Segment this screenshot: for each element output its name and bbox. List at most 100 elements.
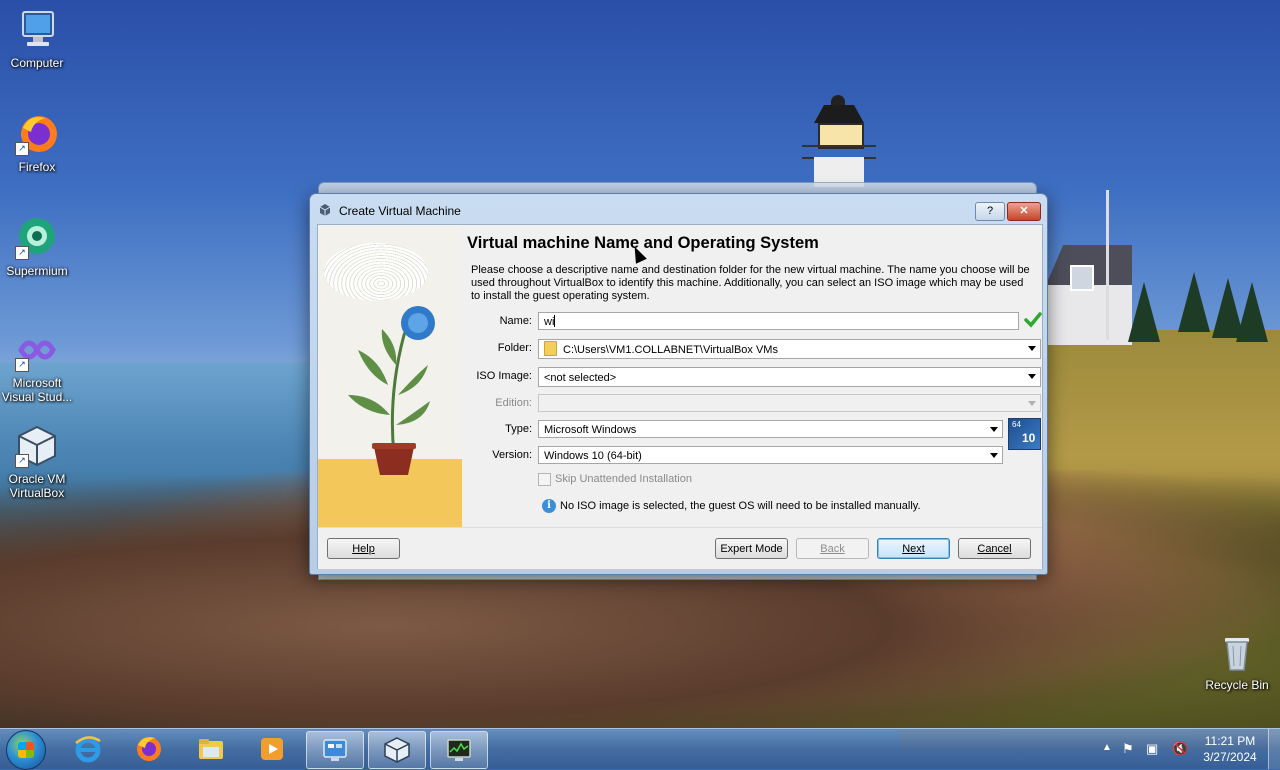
type-label: Type:: [505, 423, 532, 435]
desktop-icon-label: Recycle Bin: [1205, 678, 1269, 692]
iso-value: <not selected>: [544, 372, 617, 384]
create-vm-dialog: Create Virtual Machine ? ✕ Virtual machi…: [309, 193, 1048, 575]
iso-image-select[interactable]: <not selected>: [538, 367, 1041, 387]
skip-unattended-label: Skip Unattended Installation: [555, 473, 692, 485]
chevron-down-icon: [990, 427, 998, 432]
wizard-button-bar: Help Expert Mode Back Next Cancel: [318, 527, 1042, 569]
version-label: Version:: [492, 449, 532, 461]
taskbar-app-control-panel[interactable]: [306, 731, 364, 769]
show-desktop-button[interactable]: [1268, 729, 1280, 769]
cancel-button-label: Cancel: [977, 543, 1012, 555]
valid-checkmark-icon: [1024, 311, 1042, 332]
folder-select[interactable]: C:\Users\VM1.COLLABNET\VirtualBox VMs: [538, 339, 1041, 359]
supermium-icon: ↗: [15, 216, 59, 260]
internet-explorer-icon: [74, 735, 102, 763]
shortcut-arrow-icon: ↗: [15, 246, 29, 260]
chevron-down-icon: [1028, 346, 1036, 351]
virtualbox-icon: [383, 736, 411, 764]
dialog-client: Virtual machine Name and Operating Syste…: [317, 224, 1043, 569]
computer-icon: [15, 8, 59, 52]
chevron-down-icon: [990, 453, 998, 458]
desktop-icon-label: Supermium: [6, 264, 68, 278]
wallpaper-house: [1046, 245, 1132, 345]
version-value: Windows 10 (64-bit): [544, 450, 642, 462]
firefox-icon: ↗: [15, 112, 59, 156]
desktop-icon-label: Microsoft Visual Stud...: [1, 376, 73, 404]
next-button-label: Next: [902, 543, 925, 555]
next-button[interactable]: Next: [877, 538, 950, 559]
version-select[interactable]: Windows 10 (64-bit): [538, 446, 1003, 464]
iso-info-message: No ISO image is selected, the guest OS w…: [560, 500, 921, 512]
virtualbox-icon: ↗: [15, 424, 59, 468]
wallpaper-flagpole: [1106, 190, 1109, 340]
desktop-icon-supermium[interactable]: ↗ Supermium: [0, 216, 74, 278]
shortcut-arrow-icon: ↗: [15, 454, 29, 468]
volume-muted-icon[interactable]: 🔇: [1172, 741, 1188, 757]
taskbar-app-internet-explorer[interactable]: [60, 731, 116, 767]
task-manager-icon: [445, 736, 473, 764]
visual-studio-icon: ↗: [15, 328, 59, 372]
shortcut-arrow-icon: ↗: [15, 358, 29, 372]
folder-label: Folder:: [497, 342, 532, 354]
type-value: Microsoft Windows: [544, 424, 637, 436]
desktop-icon-firefox[interactable]: ↗ Firefox: [0, 112, 74, 174]
action-center-flag-icon[interactable]: ⚑: [1122, 741, 1134, 757]
skip-unattended-checkbox[interactable]: [538, 473, 551, 486]
show-hidden-icons-chevron-icon[interactable]: ▲: [1102, 742, 1112, 753]
edition-label: Edition:: [495, 397, 532, 409]
name-label: Name:: [499, 315, 532, 327]
edition-select[interactable]: [538, 394, 1041, 412]
back-button[interactable]: Back: [796, 538, 869, 559]
desktop-icon-virtualbox[interactable]: ↗ Oracle VM VirtualBox: [0, 424, 74, 500]
chevron-down-icon: [1028, 374, 1036, 379]
name-input[interactable]: wi: [538, 312, 1019, 330]
notification-area: ▲ ⚑ ▣ 🔇: [1098, 729, 1198, 769]
taskbar: ▲ ⚑ ▣ 🔇 11:21 PM 3/27/2024: [0, 728, 1280, 770]
windows-os-icon: 64 10: [1008, 418, 1041, 450]
title-close-button[interactable]: ✕: [1007, 202, 1041, 221]
system-clock[interactable]: 11:21 PM 3/27/2024: [1196, 733, 1264, 765]
page-description: Please choose a descriptive name and des…: [471, 264, 1030, 302]
dialog-title: Create Virtual Machine: [339, 204, 461, 218]
taskbar-app-virtualbox[interactable]: [368, 731, 426, 769]
wizard-page: Virtual machine Name and Operating Syste…: [462, 225, 1042, 527]
folder-icon: [544, 341, 557, 356]
dialog-titlebar[interactable]: Create Virtual Machine ? ✕: [310, 194, 1047, 224]
wallpaper-lighthouse: [800, 95, 878, 187]
os-badge-version: 10: [1022, 431, 1036, 445]
help-button[interactable]: Help: [327, 538, 400, 559]
title-help-button[interactable]: ?: [975, 202, 1005, 221]
desktop-icon-label: Firefox: [18, 160, 56, 174]
wallpaper-tree: [1128, 282, 1160, 342]
back-button-label: Back: [820, 543, 845, 555]
iso-label: ISO Image:: [476, 370, 532, 382]
recycle-bin-icon: [1215, 630, 1259, 674]
name-input-value: wi: [544, 316, 555, 328]
taskbar-app-media-player[interactable]: [244, 731, 300, 767]
media-player-icon: [258, 735, 286, 763]
taskbar-app-firefox[interactable]: [121, 731, 177, 767]
desktop-icon-computer[interactable]: Computer: [0, 8, 74, 70]
info-icon: i: [542, 499, 556, 513]
text-caret: [554, 315, 556, 327]
network-icon[interactable]: ▣: [1146, 741, 1158, 757]
cancel-button[interactable]: Cancel: [958, 538, 1031, 559]
type-select[interactable]: Microsoft Windows: [538, 420, 1003, 438]
shortcut-arrow-icon: ↗: [15, 142, 29, 156]
expert-mode-button[interactable]: Expert Mode: [715, 538, 788, 559]
wizard-illustration: [318, 225, 462, 527]
control-panel-icon: [321, 736, 349, 764]
wallpaper-tree: [1178, 272, 1210, 332]
flower-pot-icon: [348, 306, 435, 475]
virtualbox-icon: [319, 204, 331, 216]
taskbar-app-file-explorer[interactable]: [183, 731, 239, 767]
clock-time: 11:21 PM: [1204, 734, 1256, 748]
taskbar-app-task-manager[interactable]: [430, 731, 488, 769]
desktop-icon-recycle-bin[interactable]: Recycle Bin: [1200, 630, 1274, 692]
desktop-icon-label: Computer: [10, 56, 64, 70]
start-button[interactable]: [6, 730, 46, 770]
firefox-icon: [135, 735, 163, 763]
windows-logo-icon: [18, 742, 34, 758]
wallpaper-tree: [1236, 282, 1268, 342]
desktop-icon-visual-studio[interactable]: ↗ Microsoft Visual Stud...: [0, 328, 74, 404]
